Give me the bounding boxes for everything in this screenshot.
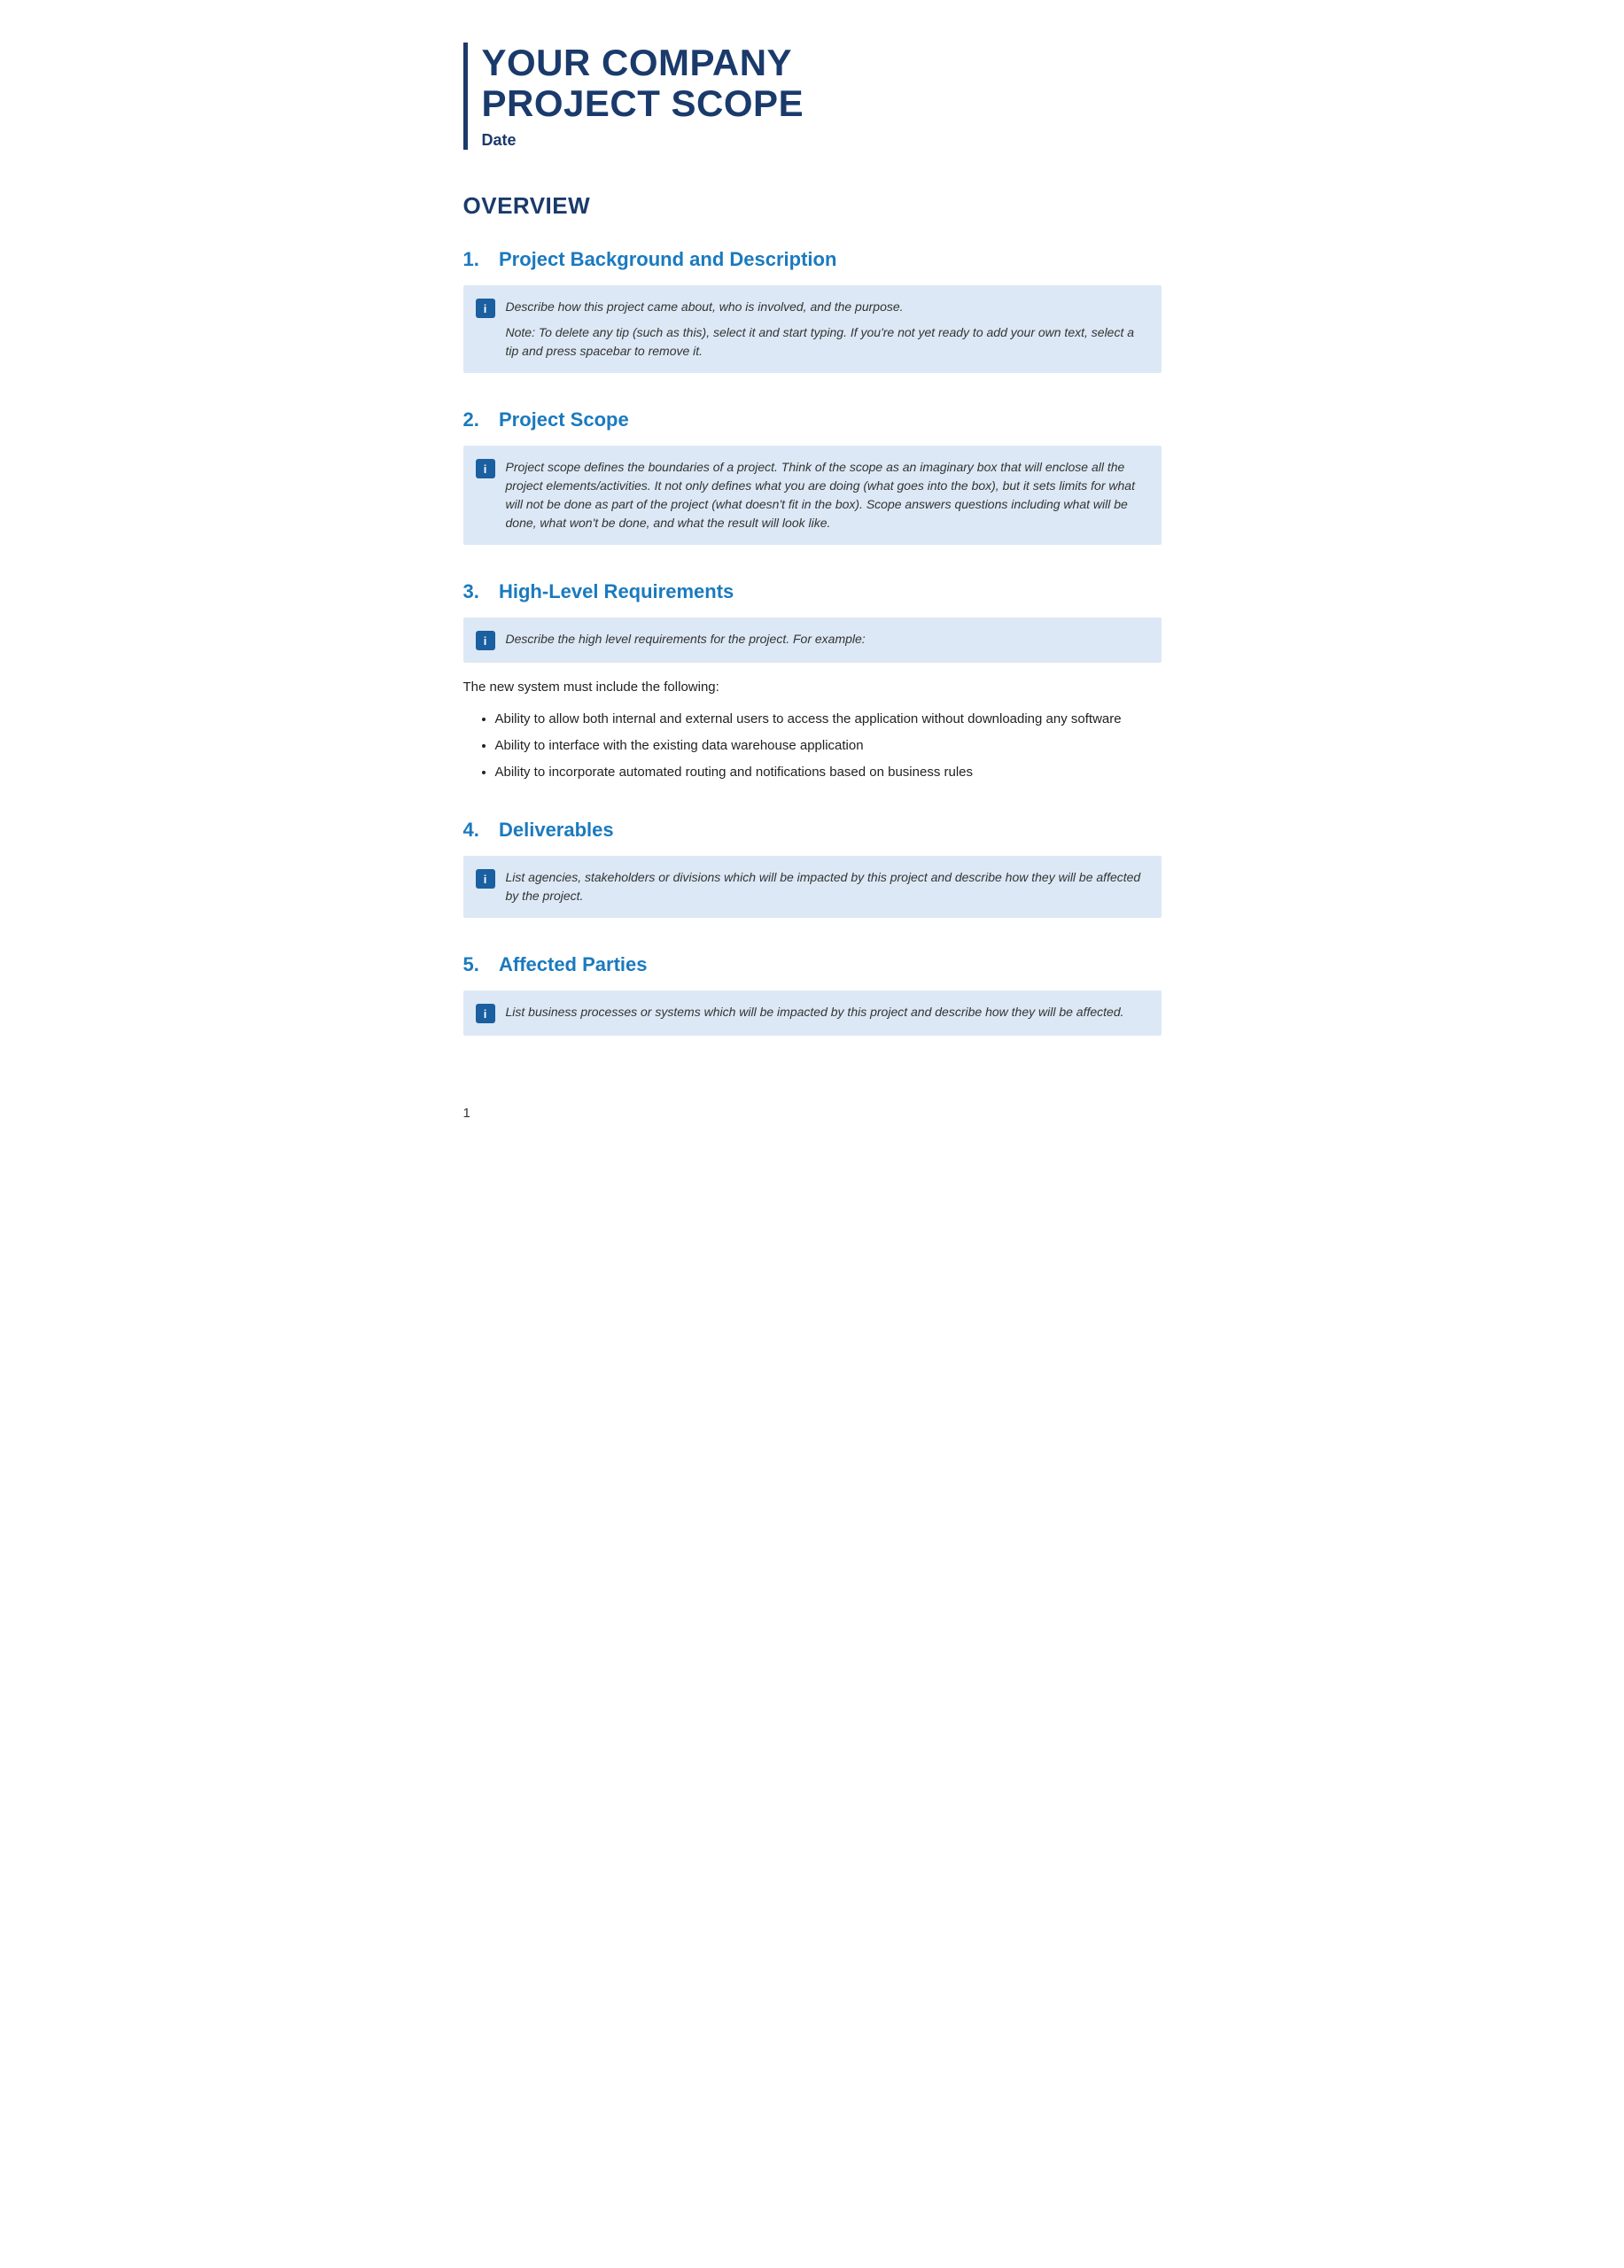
title-line2: PROJECT SCOPE — [482, 82, 804, 124]
info-text-5: List business processes or systems which… — [506, 1003, 1124, 1021]
section-4: 4. Deliverables i List agencies, stakehold… — [463, 819, 1162, 918]
section-heading-1: 1. Project Background and Description — [463, 248, 1162, 271]
body-text-3: The new system must include the followin… — [463, 677, 1162, 698]
section-5: 5. Affected Parties i List business proces… — [463, 953, 1162, 1036]
bullet-list-3: Ability to allow both internal and exter… — [463, 709, 1162, 783]
section-title-4: Deliverables — [499, 819, 614, 842]
section-title-1: Project Background and Description — [499, 248, 836, 271]
info-icon-5: i — [476, 1004, 495, 1023]
title-line1: YOUR COMPANY — [482, 42, 793, 83]
section-number-3: 3. — [463, 580, 479, 603]
section-title-3: High-Level Requirements — [499, 580, 734, 603]
document-page: YOUR COMPANY PROJECT SCOPE Date OVERVIEW… — [407, 0, 1218, 1142]
section-number-1: 1. — [463, 248, 479, 271]
section-title-2: Project Scope — [499, 408, 629, 431]
info-text-4: List agencies, stakeholders or divisions… — [506, 868, 1146, 905]
section-title-5: Affected Parties — [499, 953, 648, 976]
section-number-5: 5. — [463, 953, 479, 976]
info-line: Describe how this project came about, wh… — [506, 298, 1146, 316]
info-text-1: Describe how this project came about, wh… — [506, 298, 1146, 361]
date-label: Date — [482, 131, 1162, 150]
section-1: 1. Project Background and Description i De… — [463, 248, 1162, 373]
info-text-2: Project scope defines the boundaries of … — [506, 458, 1146, 532]
section-heading-4: 4. Deliverables — [463, 819, 1162, 842]
section-heading-2: 2. Project Scope — [463, 408, 1162, 431]
info-icon-4: i — [476, 869, 495, 889]
info-box-1: i Describe how this project came about, w… — [463, 285, 1162, 373]
info-box-4: i List agencies, stakeholders or division… — [463, 856, 1162, 918]
info-icon-2: i — [476, 459, 495, 478]
overview-heading: OVERVIEW — [463, 192, 1162, 220]
info-line: Note: To delete any tip (such as this), … — [506, 323, 1146, 361]
document-header: YOUR COMPANY PROJECT SCOPE Date — [463, 43, 1162, 150]
info-line: List business processes or systems which… — [506, 1003, 1124, 1021]
document-title: YOUR COMPANY PROJECT SCOPE — [482, 43, 1162, 124]
info-icon-3: i — [476, 631, 495, 650]
list-item: Ability to incorporate automated routing… — [495, 762, 1162, 783]
info-line: List agencies, stakeholders or divisions… — [506, 868, 1146, 905]
info-icon-1: i — [476, 299, 495, 318]
sections-container: 1. Project Background and Description i De… — [463, 248, 1162, 1036]
section-number-4: 4. — [463, 819, 479, 842]
list-item: Ability to interface with the existing d… — [495, 735, 1162, 757]
info-text-3: Describe the high level requirements for… — [506, 630, 866, 649]
section-2: 2. Project Scope i Project scope defines t… — [463, 408, 1162, 545]
info-box-2: i Project scope defines the boundaries of… — [463, 446, 1162, 545]
info-line: Describe the high level requirements for… — [506, 630, 866, 649]
page-number: 1 — [463, 1106, 470, 1121]
section-heading-5: 5. Affected Parties — [463, 953, 1162, 976]
info-box-3: i Describe the high level requirements fo… — [463, 617, 1162, 663]
section-3: 3. High-Level Requirements i Describe the … — [463, 580, 1162, 783]
list-item: Ability to allow both internal and exter… — [495, 709, 1162, 730]
section-heading-3: 3. High-Level Requirements — [463, 580, 1162, 603]
info-line: Project scope defines the boundaries of … — [506, 458, 1146, 532]
section-number-2: 2. — [463, 408, 479, 431]
info-box-5: i List business processes or systems whic… — [463, 990, 1162, 1036]
